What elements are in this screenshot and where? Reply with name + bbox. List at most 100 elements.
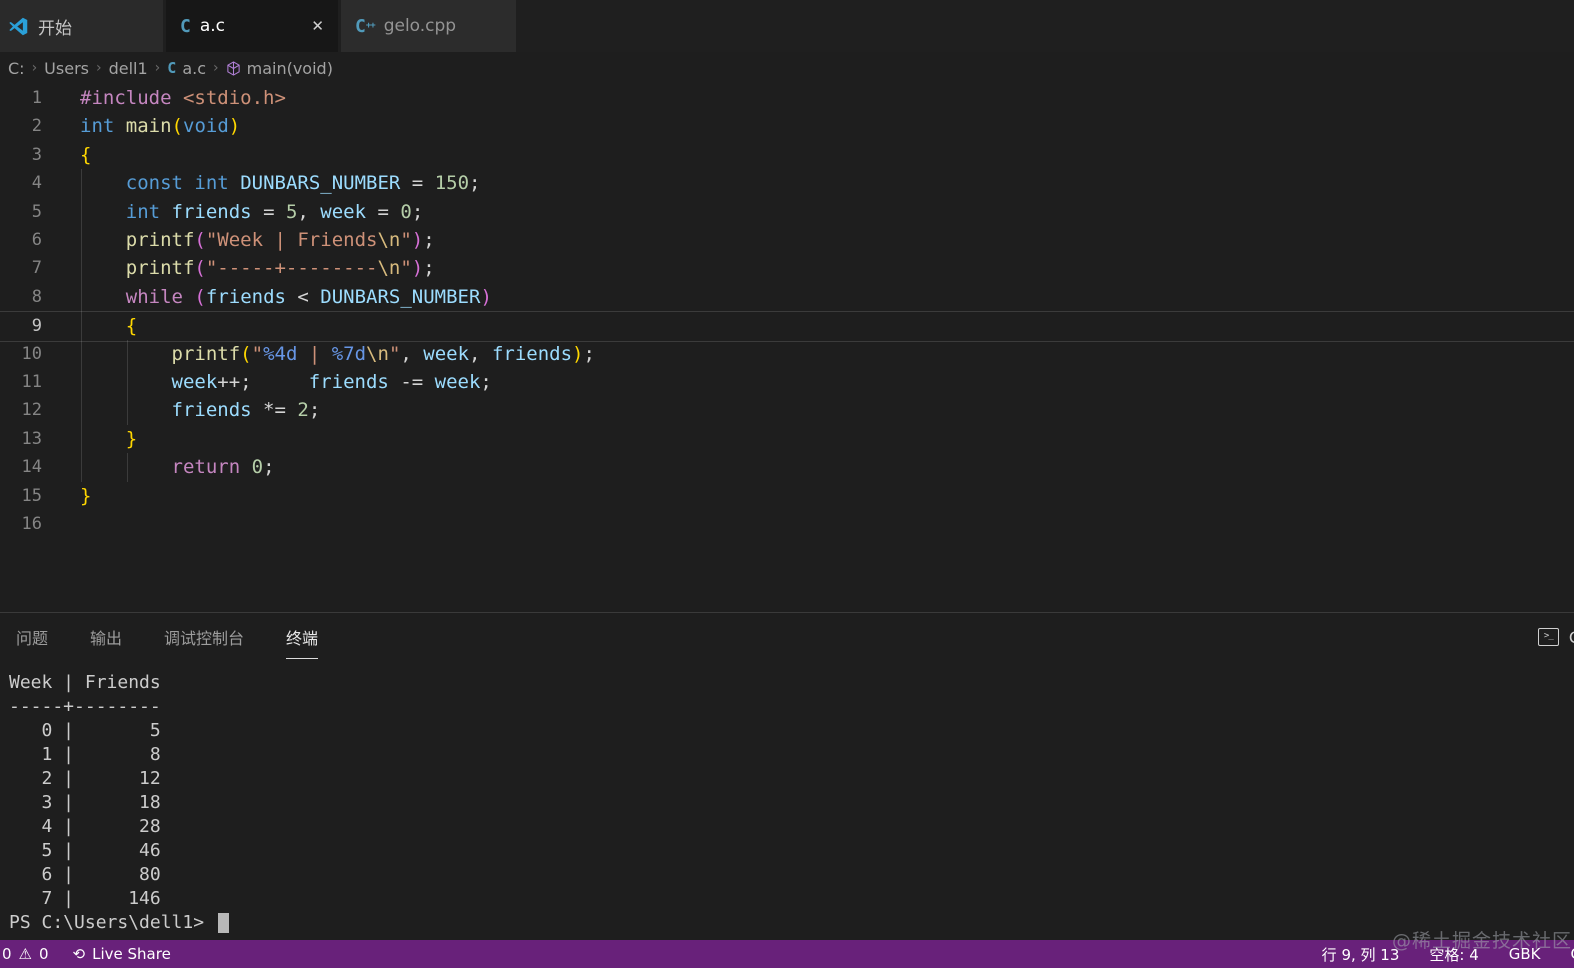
code-token: = [251,200,286,223]
code-text: return 0; [80,453,275,481]
terminal-cursor [217,913,229,933]
breadcrumb-item[interactable]: C: [8,59,25,78]
code-token: week [171,371,218,393]
breadcrumb-label: a.c [182,58,206,78]
code-token: " [251,342,264,365]
code-token: " [400,257,412,280]
code-token: ) [480,285,492,308]
status-right: 行 9, 列 13 空格: 4 GBK C [1322,944,1574,965]
code-token: 0 [400,200,412,223]
code-token: ( [240,342,252,365]
code-token: ) [411,229,424,251]
code-token: friends [205,285,286,308]
tab-start[interactable]: 开始 [0,0,163,52]
tab-label: 开始 [38,18,72,39]
code-token: week [423,342,470,365]
bottom-panel: 问题输出调试控制台终端 >_ C Week | Friends -----+---… [0,612,1574,940]
breadcrumb-item[interactable]: dell1 [109,59,148,78]
code-line[interactable]: 12 friends *= 2; [0,396,1574,424]
code-token: \n [366,342,389,365]
breadcrumb-separator: › [95,60,102,76]
breadcrumb-item[interactable]: Ca.c [167,59,206,78]
code-token: printf [125,257,195,280]
code-token: ; [411,200,424,223]
terminal-icon[interactable]: >_ [1537,628,1559,646]
terminal-line: 3 | 18 [9,792,161,813]
code-text: { [80,312,137,340]
cpp-file-icon: C ++ [355,15,376,37]
code-line[interactable]: 2 int main(void) [0,112,1574,140]
code-token: main [125,115,172,138]
code-line[interactable]: 6 printf("Week | Friends\n"); [0,226,1574,254]
code-token: ( [194,229,206,251]
line-number: 9 [31,316,42,337]
code-line[interactable]: 7 printf("-----+--------\n"); [0,254,1574,282]
tab-gelo[interactable]: C ++ gelo.cpp [341,0,516,52]
code-line[interactable]: 10 printf("%4d | %7d\n", week, friends); [0,340,1574,368]
line-number: 12 [21,400,42,421]
code-text: printf("-----+--------\n"); [80,254,435,282]
terminal-prompt: PS C:\Users\dell1> [9,912,215,933]
code-token: " [388,342,401,365]
code-line[interactable]: 9 { [0,311,1574,342]
tab-ac-active[interactable]: C a.c ✕ [166,0,338,52]
vscode-window: 开始 C a.c ✕ C ++ gelo.cpp C: › Users › dell1 › C… [0,0,1574,968]
panel-tab-active[interactable]: 终端 [286,615,319,659]
code-token: ++; [217,371,309,393]
code-token: DUNBARS_NUMBER [320,285,481,308]
code-line[interactable]: 4 const int DUNBARS_NUMBER = 150; [0,169,1574,197]
code-token: 150 [434,172,470,195]
line-number: 14 [21,457,42,478]
code-token: ( [171,115,183,138]
code-token: | [297,342,332,365]
encoding[interactable]: GBK [1509,945,1541,963]
code-line[interactable]: 3{ [0,141,1574,169]
panel-tab-item[interactable]: 问题 [16,615,48,659]
code-line[interactable]: 5 int friends = 5, week = 0; [0,198,1574,226]
code-line[interactable]: 11 week++; friends -= week; [0,368,1574,396]
code-token: ( [194,257,206,280]
indentation[interactable]: 空格: 4 [1429,944,1478,965]
line-number: 3 [31,144,42,165]
cursor-position[interactable]: 行 9, 列 13 [1322,944,1400,965]
code-token: 0 [251,456,264,479]
code-text: } [80,482,91,510]
live-share-button[interactable]: ⟲ Live Share [73,945,171,963]
code-token: friends [171,399,252,422]
terminal-line: 5 | 46 [9,840,161,861]
close-icon[interactable]: ✕ [311,17,324,35]
symbol-cube-icon [226,60,241,76]
code-token: } [80,484,92,507]
code-line[interactable]: 14 return 0; [0,453,1574,481]
errors-count: 0 [2,945,12,963]
terminal[interactable]: Week | Friends -----+-------- 0 | 5 1 | 8… [9,671,1574,940]
code-line[interactable]: 16 [0,510,1574,538]
code-token: -= [388,371,435,393]
code-editor[interactable]: 1 #include <stdio.h> 2 int main(void) 3{4 co… [0,84,1574,612]
breadcrumb-label: dell1 [108,58,148,78]
code-text: { [80,141,91,169]
status-bar: 0 ⚠ 0 ⟲ Live Share 行 9, 列 13 空格: 4 GBK C [0,940,1574,968]
code-line[interactable]: 13 } [0,425,1574,453]
panel-tab-item[interactable]: 调试控制台 [164,615,244,659]
code-line[interactable]: 1 #include <stdio.h> [0,84,1574,112]
breadcrumb-item[interactable]: Users [44,59,89,78]
c-file-icon: C [180,15,191,37]
tab-label: a.c [199,16,226,36]
code-line[interactable]: 15} [0,482,1574,510]
code-line[interactable]: 8 while (friends < DUNBARS_NUMBER) [0,283,1574,311]
code-text: } [80,425,137,453]
code-token: ; [308,399,321,422]
breadcrumb-item[interactable]: main(void) [226,59,333,78]
code-token: week [434,371,481,393]
terminal-prompt-line[interactable]: PS C:\Users\dell1> [9,911,1574,935]
panel-corner: >_ C [1537,613,1574,661]
code-text: const int DUNBARS_NUMBER = 150; [80,169,481,197]
eol-indicator-clipped[interactable]: C [1571,945,1574,963]
panel-tab-item[interactable]: 输出 [90,615,122,659]
terminal-line: 4 | 28 [9,816,161,837]
problems-indicator[interactable]: 0 ⚠ 0 [2,945,49,963]
terminal-profile-clipped[interactable]: C [1569,628,1574,647]
